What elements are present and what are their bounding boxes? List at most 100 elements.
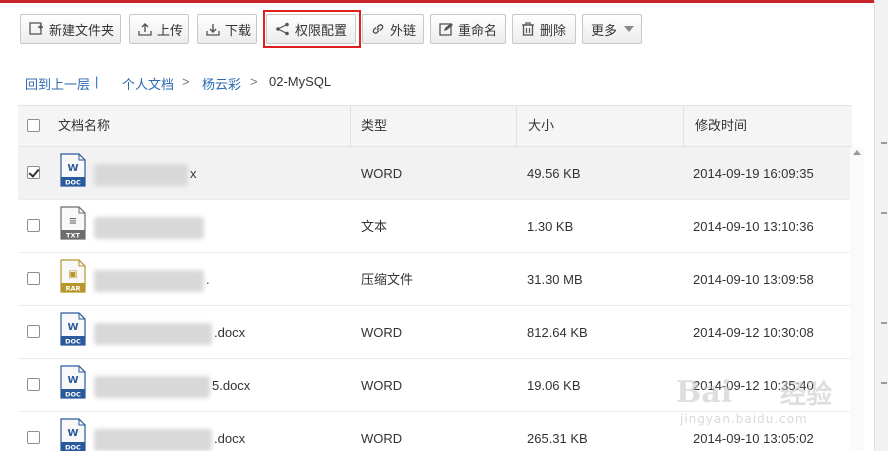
- doc-file-icon: DOC W: [60, 312, 86, 346]
- top-accent-line: [0, 0, 888, 3]
- rar-file-icon: RAR ▣: [60, 259, 86, 293]
- upload-button[interactable]: 上传: [129, 14, 189, 44]
- file-size: 31.30 MB: [527, 272, 583, 287]
- file-name[interactable]: [94, 200, 206, 253]
- rename-icon: [439, 23, 453, 36]
- column-header-name[interactable]: 文档名称: [58, 106, 110, 146]
- external-link-button[interactable]: 外链: [362, 14, 424, 44]
- svg-text:W: W: [67, 428, 78, 439]
- more-button[interactable]: 更多: [582, 14, 642, 44]
- file-name[interactable]: x: [94, 147, 197, 200]
- trash-icon: [522, 22, 534, 36]
- new-folder-icon: [29, 22, 43, 35]
- redacted-file-name: [94, 375, 210, 398]
- rename-button[interactable]: 重命名: [430, 14, 506, 44]
- breadcrumb-separator: >: [250, 74, 258, 89]
- file-type: 文本: [361, 219, 388, 234]
- file-name[interactable]: .docx: [94, 306, 245, 359]
- redacted-file-name: [94, 322, 212, 345]
- redacted-file-name: [94, 269, 204, 292]
- svg-text:▣: ▣: [68, 269, 77, 280]
- svg-text:DOC: DOC: [65, 179, 81, 187]
- right-side-panel: [874, 0, 888, 451]
- new-folder-button[interactable]: 新建文件夹: [20, 14, 121, 44]
- scrollbar[interactable]: [850, 147, 864, 451]
- delete-button[interactable]: 删除: [512, 14, 576, 44]
- file-name-suffix: .docx: [214, 431, 246, 446]
- download-label: 下载: [225, 22, 252, 38]
- table-row[interactable]: TXT ≡ 文本 1.30 KB 2014-09-10 13:10:36: [18, 200, 850, 253]
- external-link-label: 外链: [390, 22, 417, 38]
- watermark-brand: Bai: [676, 375, 732, 410]
- panel-mark: [881, 212, 887, 214]
- svg-text:W: W: [67, 322, 78, 333]
- scrollbar-header: [832, 105, 852, 147]
- txt-file-icon: TXT ≡: [60, 206, 86, 240]
- file-name[interactable]: .: [94, 253, 210, 306]
- redacted-file-name: [94, 163, 188, 186]
- svg-text:W: W: [67, 163, 78, 174]
- breadcrumb-item-user[interactable]: 杨云彩: [202, 74, 241, 93]
- caret-down-icon: [624, 26, 635, 32]
- file-name-suffix: .docx: [214, 325, 246, 340]
- file-name[interactable]: 5.docx: [94, 359, 250, 412]
- row-checkbox[interactable]: [27, 272, 40, 285]
- svg-text:DOC: DOC: [65, 391, 81, 399]
- highlight-box: [263, 10, 361, 48]
- scroll-up-arrow-icon[interactable]: [853, 150, 861, 155]
- file-modified: 2014-09-10 13:09:58: [693, 272, 814, 287]
- file-type: WORD: [361, 325, 403, 340]
- select-all-checkbox[interactable]: [27, 119, 40, 132]
- svg-text:DOC: DOC: [65, 444, 81, 451]
- row-checkbox[interactable]: [27, 166, 40, 179]
- file-name-suffix: x: [190, 166, 197, 181]
- rename-label: 重命名: [458, 22, 498, 38]
- new-folder-label: 新建文件夹: [49, 22, 115, 38]
- column-divider: [683, 106, 684, 146]
- download-button[interactable]: 下载: [197, 14, 257, 44]
- watermark: Bai 经验 jingyan.baidu.com: [676, 372, 846, 432]
- panel-mark: [881, 322, 887, 324]
- column-header-modified[interactable]: 修改时间: [695, 106, 747, 146]
- redacted-file-name: [94, 216, 204, 239]
- back-link[interactable]: 回到上一层: [25, 74, 90, 93]
- column-header-size[interactable]: 大小: [528, 106, 554, 146]
- file-size: 49.56 KB: [527, 166, 581, 181]
- panel-mark: [881, 382, 887, 384]
- file-type: WORD: [361, 431, 403, 446]
- file-size: 19.06 KB: [527, 378, 581, 393]
- column-divider: [516, 106, 517, 146]
- row-checkbox[interactable]: [27, 219, 40, 232]
- column-divider: [350, 106, 351, 146]
- table-row[interactable]: DOC Wx WORD 49.56 KB 2014-09-19 16:09:35: [18, 147, 850, 200]
- column-header-type[interactable]: 类型: [361, 106, 387, 146]
- file-size: 812.64 KB: [527, 325, 588, 340]
- doc-file-icon: DOC W: [60, 418, 86, 451]
- upload-label: 上传: [157, 22, 184, 38]
- row-checkbox[interactable]: [27, 325, 40, 338]
- watermark-url: jingyan.baidu.com: [680, 412, 808, 426]
- table-row[interactable]: RAR ▣. 压缩文件 31.30 MB 2014-09-10 13:09:58: [18, 253, 850, 306]
- file-type: WORD: [361, 378, 403, 393]
- svg-text:DOC: DOC: [65, 338, 81, 346]
- file-modified: 2014-09-19 16:09:35: [693, 166, 814, 181]
- redacted-file-name: [94, 428, 212, 451]
- file-name-suffix: 5.docx: [212, 378, 251, 393]
- doc-file-icon: DOC W: [60, 365, 86, 399]
- watermark-cn: 经验: [780, 380, 833, 410]
- svg-text:W: W: [67, 375, 78, 386]
- file-modified: 2014-09-12 10:30:08: [693, 325, 814, 340]
- row-checkbox[interactable]: [27, 378, 40, 391]
- svg-text:TXT: TXT: [66, 232, 80, 240]
- table-row[interactable]: DOC W .docx WORD 812.64 KB 2014-09-12 10:30:0…: [18, 306, 850, 359]
- svg-text:RAR: RAR: [65, 285, 80, 293]
- breadcrumb-item-personal-docs[interactable]: 个人文档: [122, 74, 174, 93]
- row-checkbox[interactable]: [27, 431, 40, 444]
- more-label: 更多: [591, 22, 618, 38]
- svg-text:≡: ≡: [69, 216, 77, 227]
- file-name[interactable]: .docx: [94, 412, 245, 451]
- file-modified: 2014-09-10 13:10:36: [693, 219, 814, 234]
- file-type: 压缩文件: [361, 272, 414, 287]
- upload-icon: [138, 23, 152, 36]
- download-icon: [206, 24, 220, 36]
